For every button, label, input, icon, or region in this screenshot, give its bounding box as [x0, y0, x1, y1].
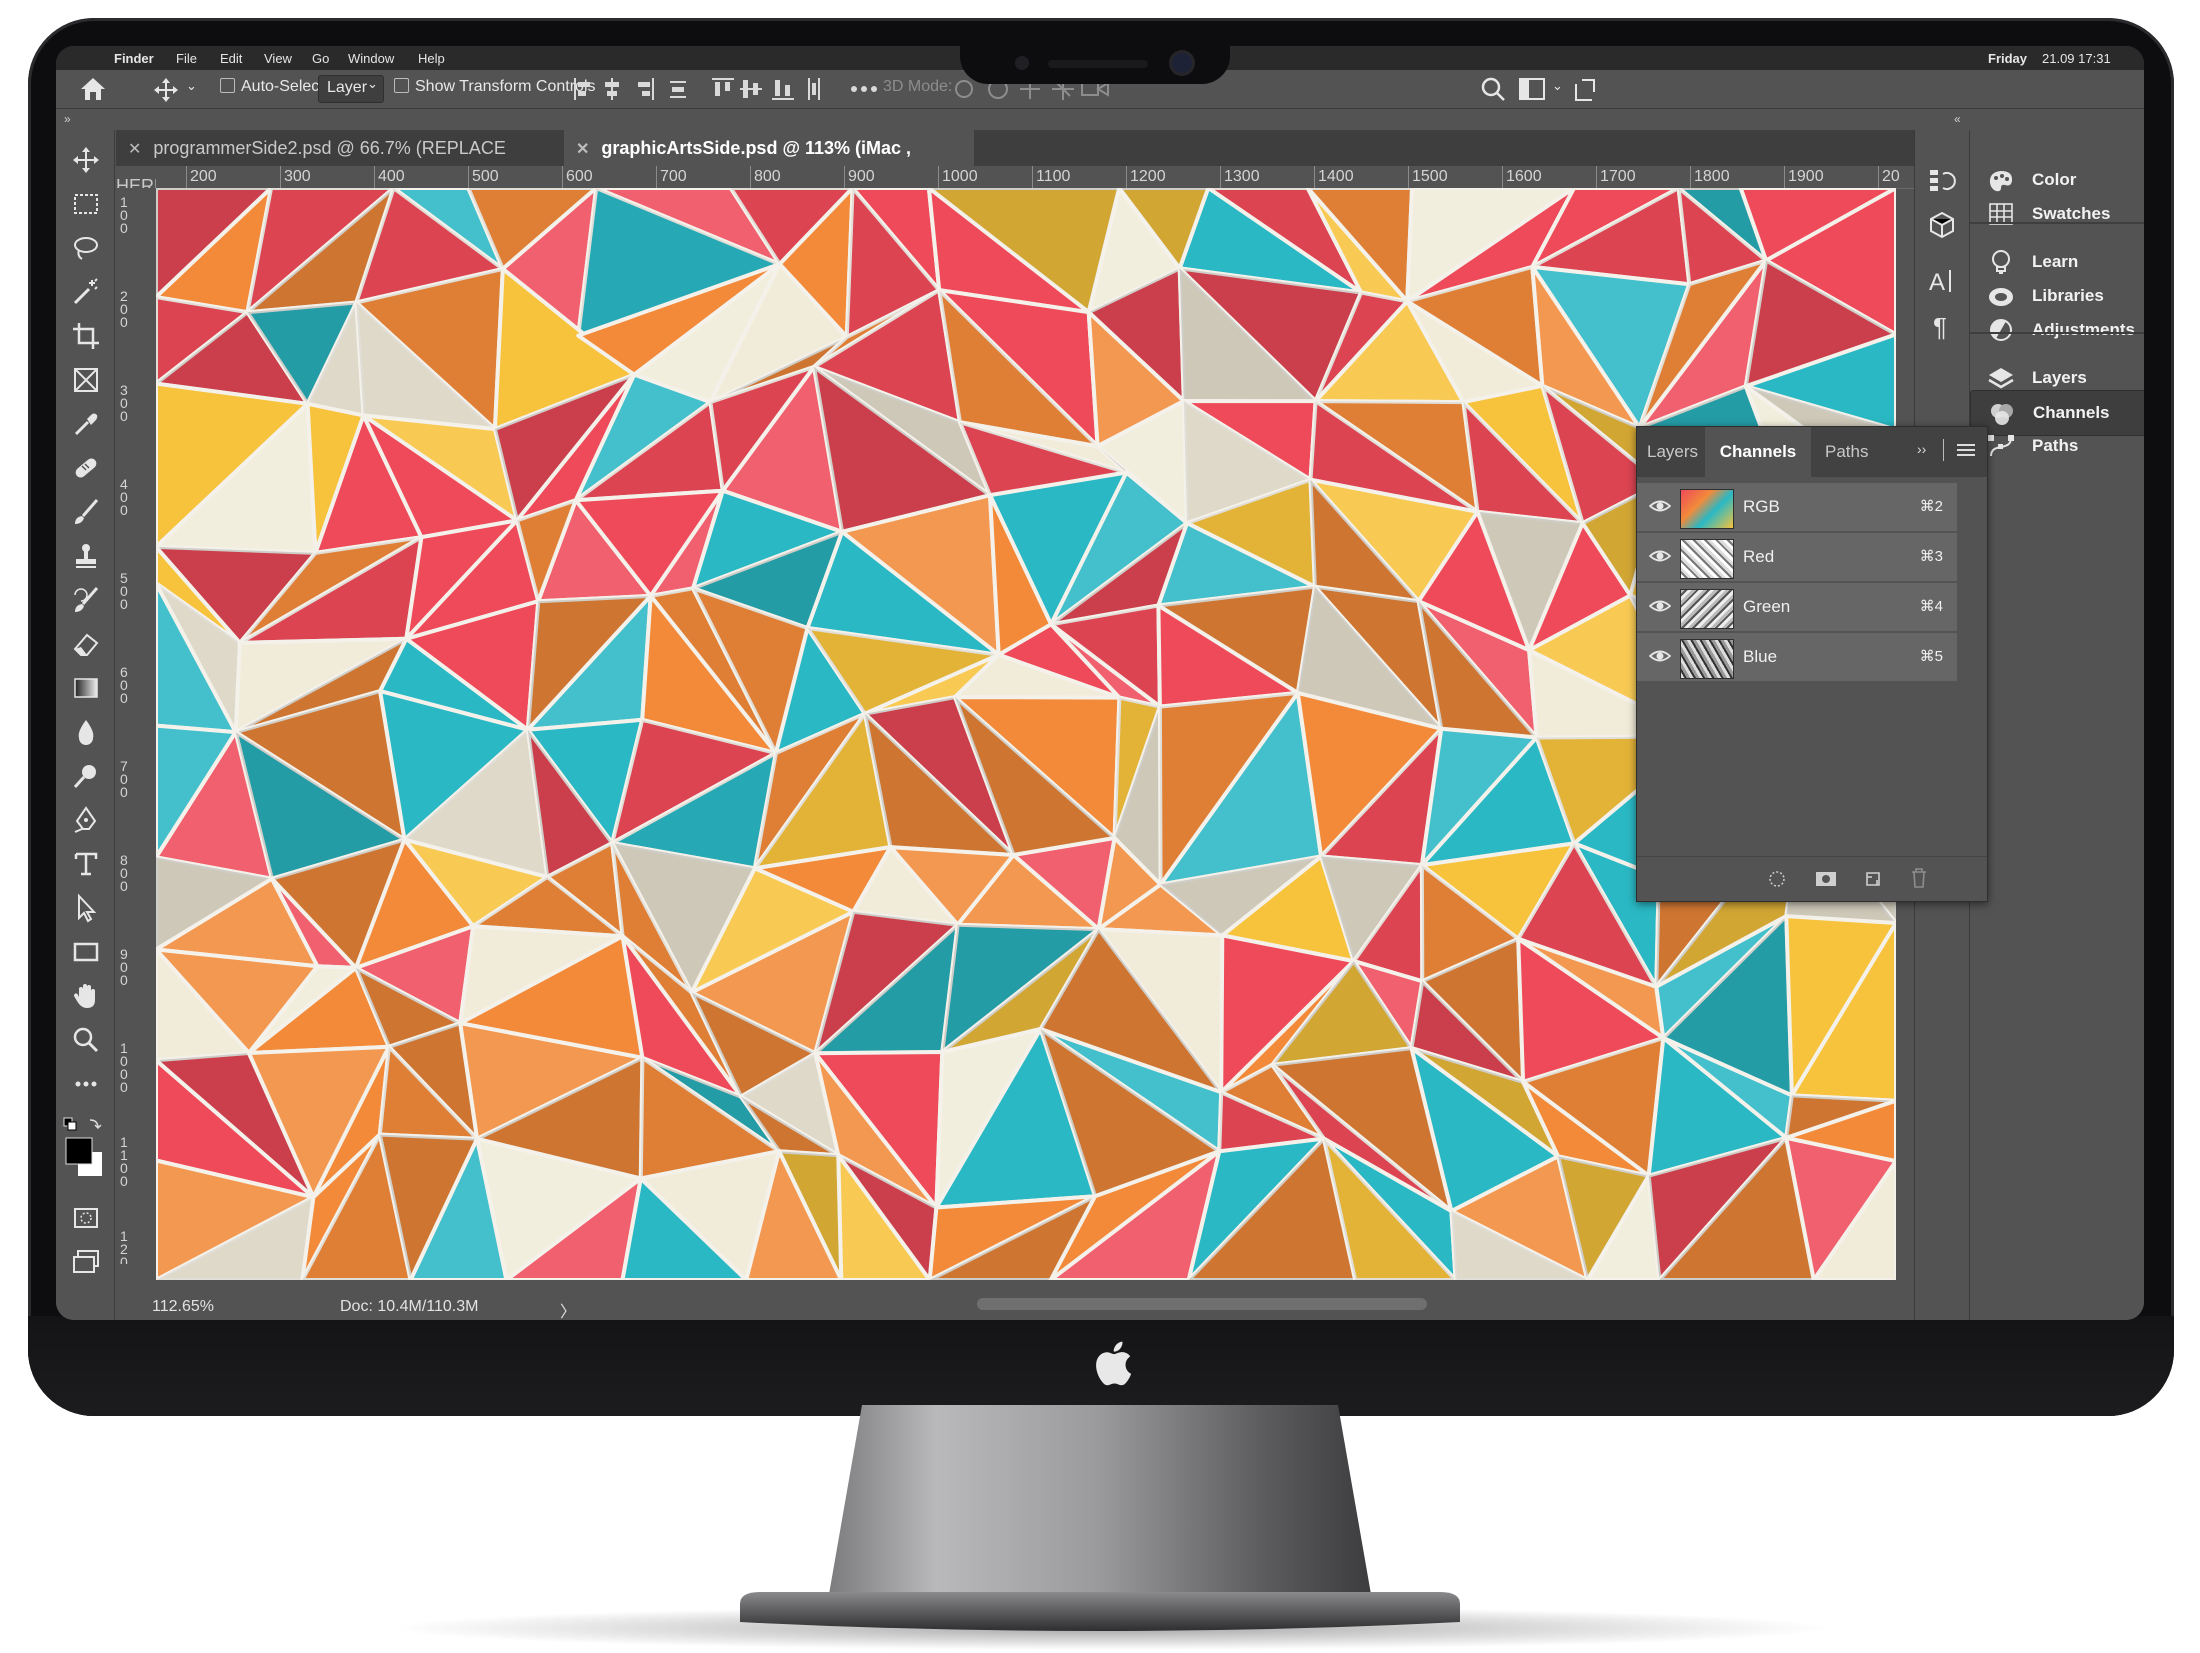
channel-shortcut: ⌘3 — [1919, 548, 1943, 565]
channel-name: Red — [1743, 547, 1775, 566]
channel-thumbnail — [1680, 589, 1734, 629]
channel-row-rgb[interactable]: RGB ⌘2 — [1637, 483, 1957, 533]
load-selection-icon[interactable] — [1767, 869, 1787, 889]
panel-menu-icon[interactable] — [1957, 443, 1975, 457]
channel-name: Blue — [1743, 647, 1778, 666]
channel-thumbnail — [1680, 489, 1734, 529]
channel-row-blue[interactable]: Blue ⌘5 — [1637, 633, 1957, 683]
eye-visibility-icon[interactable] — [1649, 597, 1671, 615]
camera-icon — [1172, 53, 1192, 73]
expand-panel-icon[interactable]: ›› — [1917, 441, 1926, 457]
sensor-dot — [1015, 56, 1029, 70]
apple-logo-icon — [1096, 1341, 1132, 1386]
eye-visibility-icon[interactable] — [1649, 647, 1671, 665]
divider — [1943, 439, 1944, 461]
tab-channels[interactable]: Channels — [1705, 427, 1811, 477]
new-channel-icon[interactable] — [1863, 869, 1883, 889]
channel-row-green[interactable]: Green ⌘4 — [1637, 583, 1957, 633]
save-selection-icon[interactable] — [1815, 869, 1837, 889]
tab-paths[interactable]: Paths — [1825, 427, 1885, 477]
channels-panel-footer — [1637, 856, 1987, 901]
channel-shortcut: ⌘4 — [1919, 598, 1943, 615]
channel-row-red[interactable]: Red ⌘3 — [1637, 533, 1957, 583]
speaker-grill — [1048, 60, 1148, 68]
tab-layers[interactable]: Layers — [1647, 427, 1705, 477]
channel-thumbnail — [1680, 539, 1734, 579]
channel-shortcut: ⌘5 — [1919, 648, 1943, 665]
channel-name: Green — [1743, 597, 1791, 616]
eye-visibility-icon[interactable] — [1649, 547, 1671, 565]
channel-shortcut: ⌘2 — [1919, 498, 1943, 515]
delete-channel-icon[interactable] — [1909, 867, 1929, 889]
channels-panel-tabs: Layers Channels Paths ›› — [1637, 427, 1987, 477]
channels-panel: Layers Channels Paths ›› RGB ⌘2 Red ⌘3 Green… — [1636, 426, 1988, 902]
eye-visibility-icon[interactable] — [1649, 497, 1671, 515]
channel-name: RGB — [1743, 497, 1780, 516]
channel-thumbnail — [1680, 639, 1734, 679]
